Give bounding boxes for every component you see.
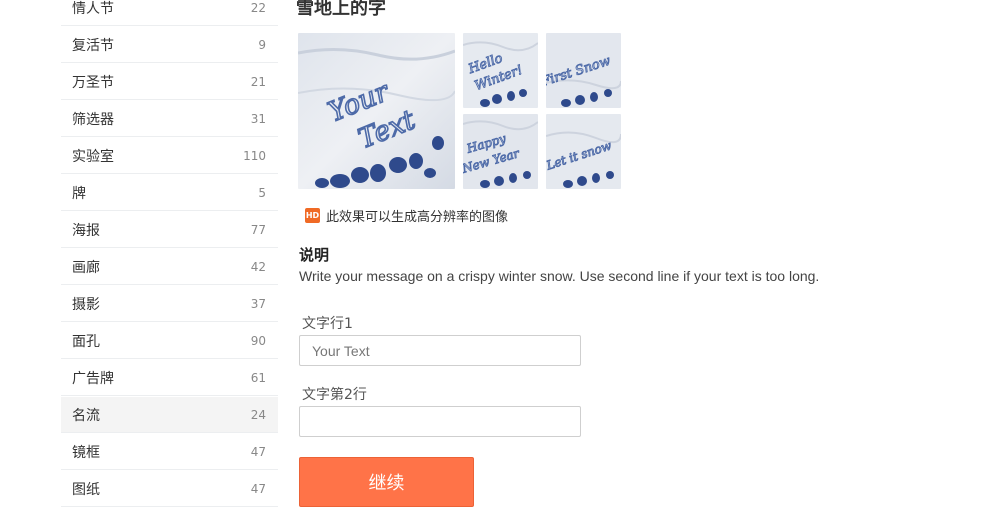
sidebar-item-count: 90 bbox=[250, 333, 266, 348]
sidebar-item-label: 情人节 bbox=[72, 0, 114, 17]
sidebar-item-label: 画廊 bbox=[72, 259, 100, 276]
sidebar-item[interactable]: 摄影 37 bbox=[61, 286, 278, 322]
snow-preview-image: Happy New Year bbox=[463, 114, 538, 189]
sidebar-item-count: 110 bbox=[243, 148, 266, 163]
sidebar-item-count: 31 bbox=[250, 111, 266, 126]
hd-note: HD 此效果可以生成高分辨率的图像 bbox=[305, 206, 508, 225]
sidebar-item[interactable]: 图纸 47 bbox=[61, 471, 278, 507]
description-text: Write your message on a crispy winter sn… bbox=[299, 268, 820, 284]
preview-small-4[interactable]: Let it snow bbox=[546, 114, 621, 189]
sidebar-item[interactable]: 海报 77 bbox=[61, 212, 278, 248]
sidebar-item[interactable]: 万圣节 21 bbox=[61, 64, 278, 100]
continue-button[interactable]: 继续 bbox=[299, 457, 474, 507]
sidebar-item-label: 面孔 bbox=[72, 333, 100, 350]
sidebar-item-label: 图纸 bbox=[72, 481, 100, 498]
text-line1-input[interactable] bbox=[299, 335, 581, 366]
page-title: 雪地上的字 bbox=[296, 0, 386, 19]
sidebar-item-count: 37 bbox=[250, 296, 266, 311]
sidebar-item[interactable]: 面孔 90 bbox=[61, 323, 278, 359]
sidebar-item[interactable]: 牌5 bbox=[61, 175, 278, 211]
text-line2-label: 文字第2行 bbox=[302, 387, 367, 403]
sidebar-item-label: 镜框 bbox=[72, 444, 100, 461]
sidebar-item-label: 复活节 bbox=[72, 37, 114, 54]
sidebar-item[interactable]: 情人节 22 bbox=[61, 0, 278, 26]
sidebar-item-count: 21 bbox=[250, 74, 266, 89]
sidebar-item[interactable]: 广告牌 61 bbox=[61, 360, 278, 396]
sidebar-item-label: 名流 bbox=[72, 407, 100, 424]
sidebar-item[interactable]: 镜框 47 bbox=[61, 434, 278, 470]
snow-preview-image: Let it snow bbox=[546, 114, 621, 189]
sidebar-item-count: 9 bbox=[258, 37, 266, 52]
preview-small-3[interactable]: Happy New Year bbox=[463, 114, 538, 189]
sidebar-item-count: 61 bbox=[250, 370, 266, 385]
sidebar-item-label: 牌 bbox=[72, 185, 86, 202]
text-line1-label: 文字行1 bbox=[302, 316, 353, 332]
sidebar-item-label: 实验室 bbox=[72, 148, 114, 165]
sidebar-item-label: 海报 bbox=[72, 222, 100, 239]
sidebar-item-count: 77 bbox=[250, 222, 266, 237]
hd-icon: HD bbox=[305, 208, 320, 223]
snow-preview-image: First Snow bbox=[546, 33, 621, 108]
sidebar-item[interactable]: 筛选器 31 bbox=[61, 101, 278, 137]
sidebar-item[interactable]: 名流 24 bbox=[61, 397, 278, 433]
sidebar-item[interactable]: 复活节 9 bbox=[61, 27, 278, 63]
snow-preview-image: Your Text bbox=[298, 33, 455, 189]
sidebar-item-count: 47 bbox=[250, 481, 266, 496]
sidebar-item[interactable]: 画廊 42 bbox=[61, 249, 278, 285]
sidebar-item-label: 广告牌 bbox=[72, 370, 114, 387]
preview-small-1[interactable]: Hello Winter! bbox=[463, 33, 538, 108]
sidebar-item-count: 5 bbox=[258, 185, 266, 200]
sidebar-item-label: 万圣节 bbox=[72, 74, 114, 91]
description-heading: 说明 bbox=[299, 246, 330, 264]
sidebar-item-count: 24 bbox=[250, 407, 266, 422]
sidebar-item-count: 22 bbox=[250, 0, 266, 15]
preview-large[interactable]: Your Text bbox=[298, 33, 455, 189]
sidebar-item-label: 摄影 bbox=[72, 296, 100, 313]
sidebar-item-count: 42 bbox=[250, 259, 266, 274]
snow-preview-image: Hello Winter! bbox=[463, 33, 538, 108]
text-line2-input[interactable] bbox=[299, 406, 581, 437]
hd-note-text: 此效果可以生成高分辨率的图像 bbox=[326, 210, 509, 225]
sidebar-item-count: 47 bbox=[250, 444, 266, 459]
sidebar-item[interactable]: 实验室 110 bbox=[61, 138, 278, 174]
preview-small-2[interactable]: First Snow bbox=[546, 33, 621, 108]
sidebar-item-label: 筛选器 bbox=[72, 111, 114, 128]
